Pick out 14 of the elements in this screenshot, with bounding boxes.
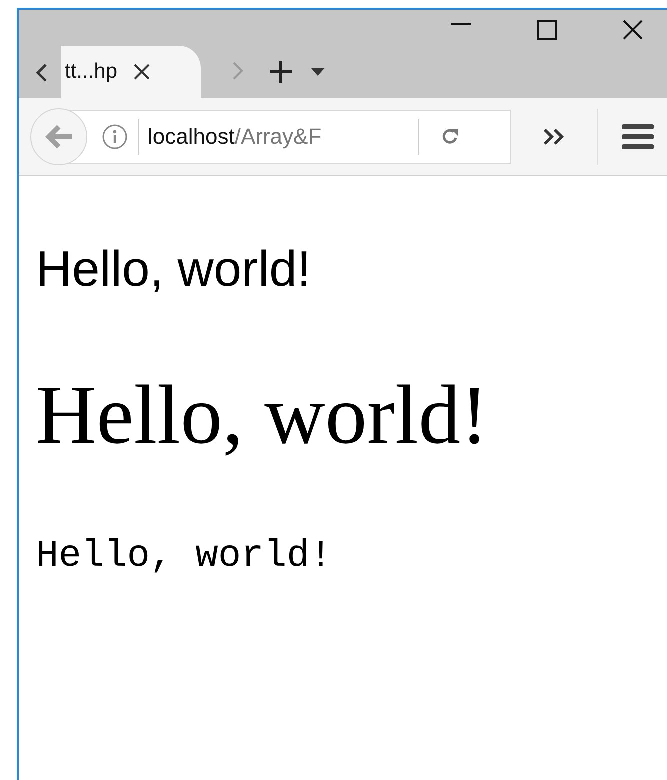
close-icon[interactable] bbox=[621, 18, 645, 42]
menu-icon[interactable] bbox=[622, 124, 654, 150]
close-icon[interactable] bbox=[132, 62, 152, 82]
info-icon[interactable] bbox=[102, 124, 128, 150]
tab-title: tt...hp bbox=[65, 59, 118, 86]
overflow-chevrons-icon[interactable] bbox=[543, 128, 567, 146]
hello-text: Hello, world! bbox=[36, 244, 312, 294]
chevron-left-icon[interactable] bbox=[35, 62, 49, 84]
caret-icon[interactable] bbox=[311, 68, 325, 76]
plus-icon[interactable] bbox=[269, 60, 293, 84]
browser-tab[interactable]: tt...hp bbox=[61, 46, 201, 98]
hello-text: Hello, world! bbox=[36, 374, 489, 458]
hello-text: Hello, world! bbox=[36, 538, 332, 576]
maximize-icon[interactable] bbox=[535, 18, 559, 42]
